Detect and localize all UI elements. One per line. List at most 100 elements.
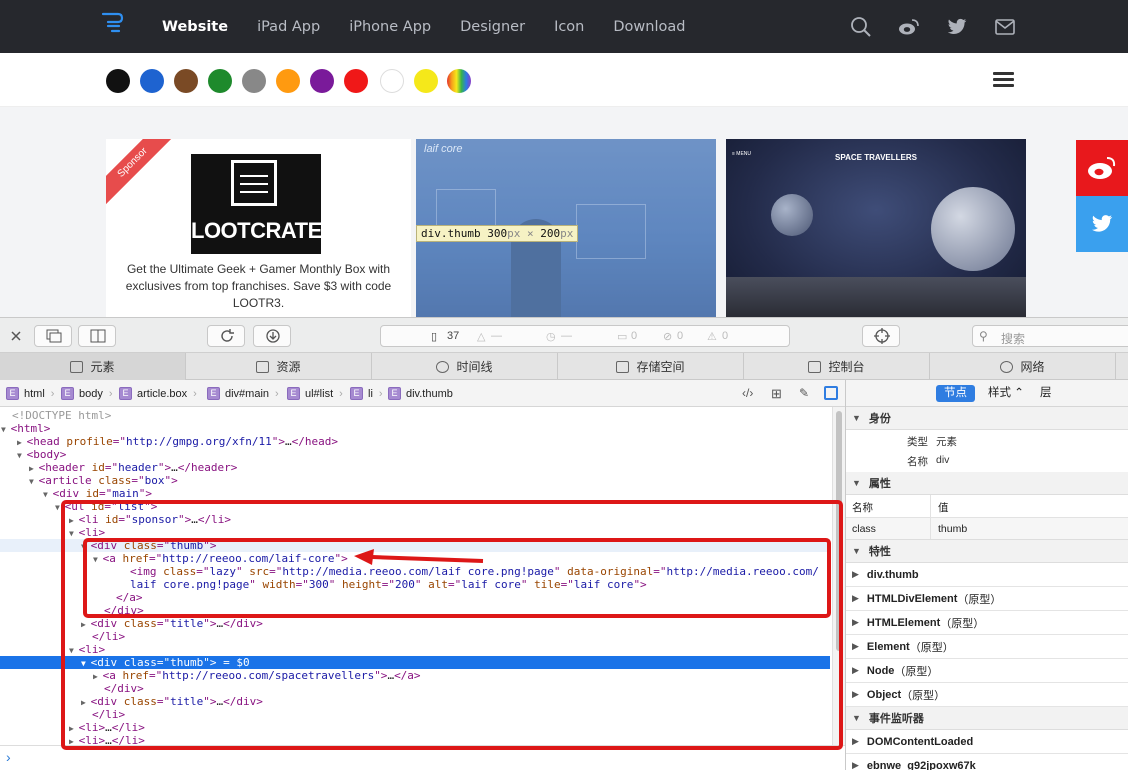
color-swatch[interactable] [414, 69, 438, 93]
section-event-listeners[interactable]: ▼ 事件监听器 [846, 707, 1128, 730]
breadcrumb-item[interactable]: Ehtml › [6, 387, 54, 400]
disclosure-closed-icon[interactable]: ▶ [852, 689, 859, 700]
property-item[interactable]: ▶ Object （原型） [846, 683, 1128, 707]
inspect-button[interactable] [862, 325, 900, 347]
gallery: Sponsor LOOTCRATE Get the Ultimate Geek … [0, 107, 1128, 317]
chevron-right-icon: › [50, 387, 55, 400]
grid-icon[interactable]: ⊞ [771, 386, 782, 402]
disclosure-closed-icon[interactable]: ▶ [852, 665, 859, 676]
code-icon[interactable]: ‹/› [742, 386, 753, 400]
sidebar-toggle-icon[interactable] [824, 386, 838, 400]
undock-button[interactable] [34, 325, 72, 347]
nav-link-designer[interactable]: Designer [460, 19, 525, 35]
color-swatch[interactable] [242, 69, 266, 93]
tab-layers[interactable]: 层 [1032, 385, 1060, 402]
nav-link-iphone-app[interactable]: iPhone App [349, 19, 431, 35]
section-identity[interactable]: ▼ 身份 [846, 407, 1128, 430]
property-item[interactable]: ▶ div.thumb [846, 563, 1128, 587]
nav-link-website[interactable]: Website [162, 19, 228, 35]
section-attributes[interactable]: ▼ 属性 [846, 472, 1128, 495]
color-swatch[interactable] [140, 69, 164, 93]
dom-node-row[interactable]: ▼ <div id="main"> [0, 487, 830, 500]
color-swatch[interactable] [208, 69, 232, 93]
disclosure-closed-icon[interactable]: ▶ [29, 464, 39, 473]
disclosure-closed-icon[interactable]: ▶ [852, 760, 859, 770]
color-swatch[interactable] [174, 69, 198, 93]
disclosure-open-icon[interactable]: ▼ [1, 425, 11, 434]
chevron-right-icon: › [193, 387, 197, 400]
color-swatch[interactable] [344, 69, 368, 93]
weibo-share-button[interactable] [1076, 140, 1128, 196]
element-icon: E [207, 387, 220, 400]
disclosure-closed-icon[interactable]: ▶ [17, 438, 27, 447]
twitter-icon[interactable] [946, 16, 968, 38]
color-swatch[interactable] [106, 69, 130, 93]
property-item[interactable]: ▶ HTMLElement （原型） [846, 611, 1128, 635]
disclosure-closed-icon[interactable]: ▶ [852, 569, 859, 580]
dom-node-row[interactable]: ▼ <article class="box"> [0, 474, 830, 487]
disclosure-closed-icon[interactable]: ▶ [852, 617, 859, 628]
search-icon[interactable] [850, 16, 872, 38]
dom-node-row[interactable]: ▼ <body> [0, 448, 830, 461]
reload-button[interactable] [207, 325, 245, 347]
breadcrumb-item[interactable]: Eul#list › [287, 387, 343, 400]
sponsor-card[interactable]: Sponsor LOOTCRATE Get the Ultimate Geek … [106, 139, 411, 317]
activity-status: ▯ 37 △ — ◷ — ▭ 0 ⊘ 0 ⚠ 0 [380, 325, 790, 347]
tab-network[interactable]: 网络 [930, 353, 1116, 380]
disclosure-open-icon[interactable]: ▼ [29, 477, 39, 486]
thumb-space-travellers[interactable]: ≡ MENU SPACE TRAVELLERS [726, 139, 1026, 317]
bell-icon: △ [477, 331, 486, 343]
event-listener-item[interactable]: ▶ DOMContentLoaded [846, 730, 1128, 754]
menu-icon[interactable] [993, 72, 1014, 88]
nav-link-ipad-app[interactable]: iPad App [257, 19, 320, 35]
tab-resources[interactable]: 资源 [186, 353, 372, 380]
disclosure-closed-icon[interactable]: ▶ [852, 641, 859, 652]
breadcrumb-item[interactable]: Earticle.box › [119, 387, 197, 400]
tab-timeline[interactable]: 时间线 [372, 353, 558, 380]
close-icon[interactable] [10, 330, 22, 342]
section-properties[interactable]: ▼ 特性 [846, 540, 1128, 563]
download-button[interactable] [253, 325, 291, 347]
twitter-share-button[interactable] [1076, 196, 1128, 252]
breadcrumb-item[interactable]: Eli › [350, 387, 383, 400]
breadcrumb-item[interactable]: Ediv.thumb [388, 387, 453, 400]
reeoo-logo-icon[interactable] [100, 10, 124, 38]
mail-icon[interactable] [994, 16, 1016, 38]
pencil-icon[interactable]: ✎ [799, 386, 809, 400]
tab-elements[interactable]: 元素 [0, 353, 186, 380]
attributes-header-row: 名称值 [846, 495, 1128, 517]
attribute-row-class[interactable]: class thumb [846, 517, 1128, 539]
tab-storage[interactable]: 存储空间 [558, 353, 744, 380]
tab-console[interactable]: 控制台 [744, 353, 930, 380]
console-icon [808, 360, 822, 373]
dom-node-row[interactable]: ▼ <html> [0, 422, 830, 435]
disclosure-open-icon[interactable]: ▼ [43, 490, 53, 499]
disclosure-closed-icon[interactable]: ▶ [852, 736, 859, 747]
property-item[interactable]: ▶ Node （原型） [846, 659, 1128, 683]
color-swatch[interactable] [310, 69, 334, 93]
property-item[interactable]: ▶ HTMLDivElement （原型） [846, 587, 1128, 611]
breadcrumb-item[interactable]: Ediv#main › [207, 387, 279, 400]
sponsor-ribbon: Sponsor [106, 139, 179, 209]
disclosure-open-icon[interactable]: ▼ [17, 451, 27, 460]
event-listener-item[interactable]: ▶ ebnwe_g92jpoxw67k [846, 754, 1128, 770]
dom-node-row[interactable]: <!DOCTYPE html> [0, 409, 830, 422]
tab-styles[interactable]: 样式 ⌃ [980, 385, 1032, 402]
nav-link-download[interactable]: Download [613, 19, 685, 35]
weibo-icon[interactable] [898, 16, 920, 38]
prompt-chevron-icon: › [6, 749, 11, 765]
search-field[interactable]: ⚲ 搜索 [972, 325, 1128, 347]
disclosure-closed-icon[interactable]: ▶ [852, 593, 859, 604]
dock-side-icon [90, 329, 106, 343]
color-swatch[interactable] [447, 69, 471, 93]
dock-side-button[interactable] [78, 325, 116, 347]
property-item[interactable]: ▶ Element （原型） [846, 635, 1128, 659]
dom-node-row[interactable]: ▶ <head profile="http://gmpg.org/xfn/11"… [0, 435, 830, 448]
dom-node-row[interactable]: ▶ <header id="header">…</header> [0, 461, 830, 474]
devtools-tabs: 元素 资源 时间线 存储空间 控制台 网络 [0, 353, 1128, 380]
nav-link-icon[interactable]: Icon [554, 19, 584, 35]
color-swatch[interactable] [276, 69, 300, 93]
breadcrumb-item[interactable]: Ebody › [61, 387, 113, 400]
color-swatch[interactable] [380, 69, 404, 93]
tab-node[interactable]: 节点 [936, 385, 975, 402]
